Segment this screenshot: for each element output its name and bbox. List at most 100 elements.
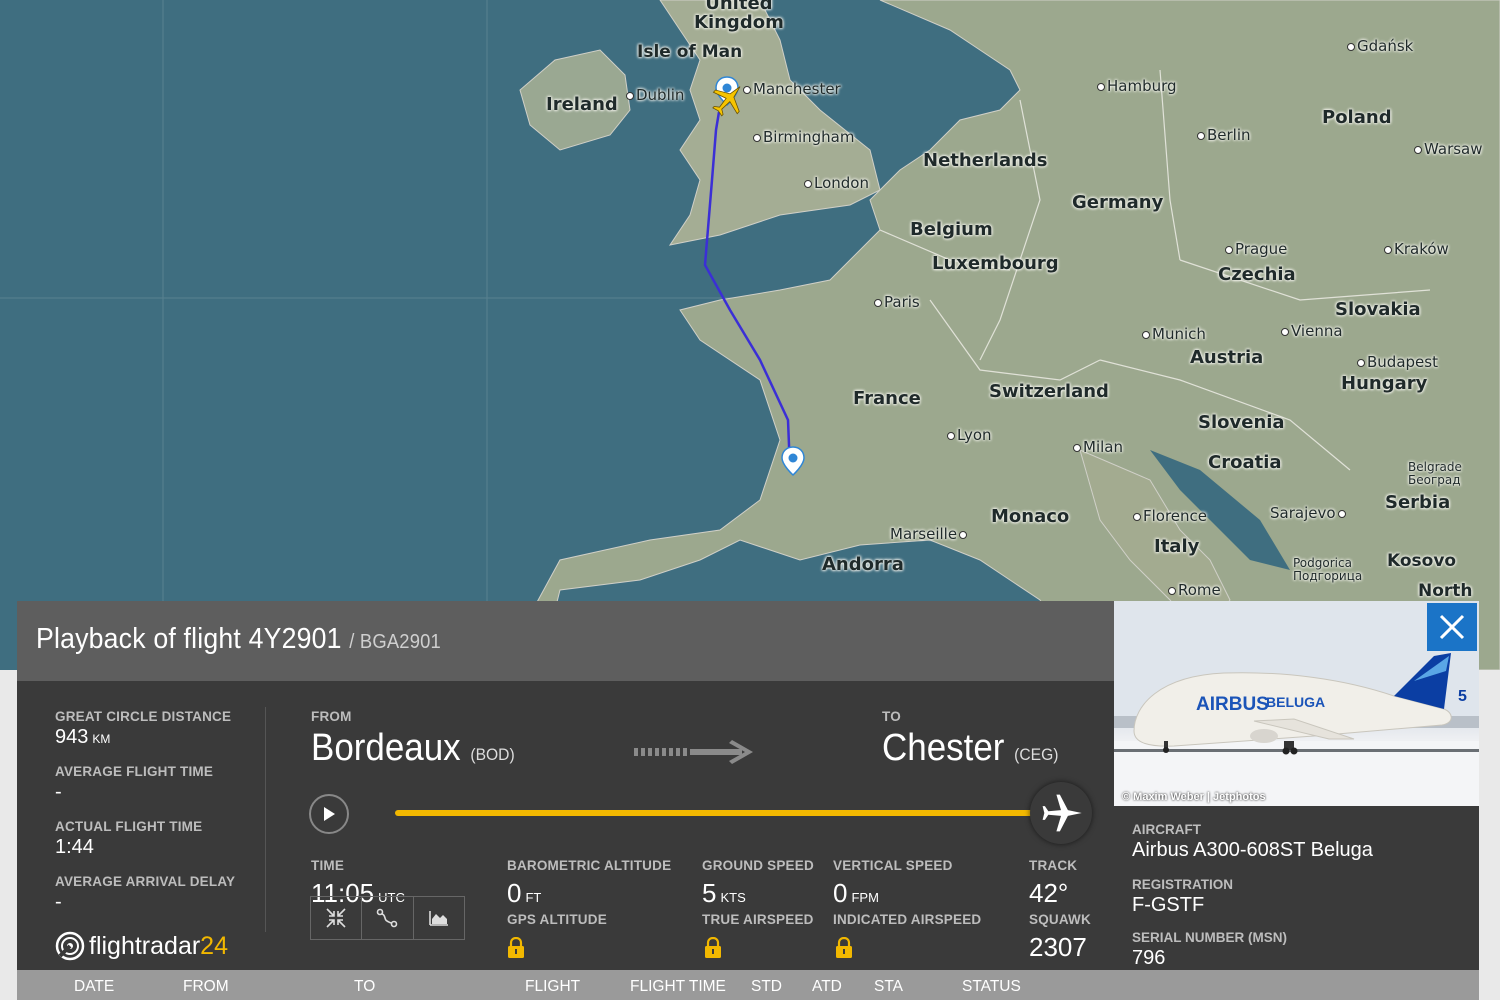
map-city-florence: Florence (1133, 507, 1207, 525)
map-label-ireland: Ireland (546, 94, 618, 115)
from-city-name: Bordeaux (311, 727, 461, 769)
track-label: TRACK (1029, 858, 1078, 873)
map-label-hungary: Hungary (1341, 373, 1428, 394)
great-circle-label: GREAT CIRCLE DISTANCE (55, 709, 232, 724)
close-button[interactable] (1427, 603, 1477, 651)
actual-flight-time-value: 1:44 (55, 836, 94, 858)
map-city-podgorica: Podgorica Подгорица (1293, 556, 1363, 583)
photo-brand-airbus: AIRBUS (1196, 694, 1269, 715)
map-city-gdansk: Gdańsk (1347, 37, 1413, 55)
th-flight[interactable]: FLIGHT (525, 978, 580, 996)
map-city-belgrade: Belgrade Београд (1408, 460, 1462, 487)
gps-alt-label: GPS ALTITUDE (507, 912, 607, 927)
squawk-label: SQUAWK (1029, 912, 1091, 927)
aircraft-icon (1042, 794, 1082, 832)
squawk-value: 2307 (1029, 932, 1087, 962)
map-label-uk: United Kingdom (694, 0, 784, 33)
panel-header: Playback of flight 4Y2901 / BGA2901 (17, 601, 1114, 681)
route-tool-button[interactable] (362, 897, 414, 939)
vertical-speed-value: 0 FPM (833, 878, 879, 909)
th-date[interactable]: DATE (74, 978, 114, 996)
map-city-dublin: Dublin (626, 86, 684, 104)
flightradar24-logo[interactable]: flightradar 24 (55, 931, 228, 961)
map-land-layer (0, 0, 1500, 670)
aircraft-photo[interactable]: AIRBUS BELUGA 5 © Maxim Weber | Jetphoto… (1114, 601, 1479, 806)
vertical-speed-unit: FPM (851, 890, 879, 905)
to-city-name: Chester (882, 727, 1005, 769)
panel-body: GREAT CIRCLE DISTANCE 943 KM AVERAGE FLIG… (17, 681, 1114, 970)
registration-value[interactable]: F-GSTF (1132, 894, 1204, 917)
ground-speed-unit: KTS (720, 890, 746, 905)
great-circle-unit: KM (92, 732, 111, 746)
ground-speed-value: 5 KTS (702, 878, 746, 909)
th-sta[interactable]: STA (874, 978, 903, 996)
collapse-tool-button[interactable] (311, 897, 363, 939)
track-value: 42° (1029, 878, 1069, 908)
panel-title: Playback of flight 4Y2901 (36, 623, 342, 655)
panel-title-wrap: Playback of flight 4Y2901 / BGA2901 (36, 623, 441, 656)
true-airspeed-lock-icon[interactable] (704, 937, 722, 959)
th-from[interactable]: FROM (183, 978, 229, 996)
from-city-code: (BOD) (470, 745, 515, 764)
playback-progress-bar[interactable] (395, 810, 1040, 816)
th-atd[interactable]: ATD (812, 978, 842, 996)
map-label-slovakia: Slovakia (1335, 299, 1421, 320)
ground-speed-label: GROUND SPEED (702, 858, 814, 873)
map-city-birmingham: Birmingham (753, 128, 854, 146)
to-city[interactable]: Chester (CEG) (882, 727, 1058, 770)
photo-credit[interactable]: © Maxim Weber | Jetphotos (1122, 791, 1266, 803)
map-label-andorra: Andorra (822, 554, 904, 575)
origin-pin-icon[interactable] (781, 446, 805, 476)
time-label: TIME (311, 858, 345, 873)
great-circle-value: 943 KM (55, 726, 110, 749)
radar-icon (55, 931, 85, 961)
logo-text: flightradar (89, 931, 201, 960)
map-city-vienna: Vienna (1281, 322, 1343, 340)
play-button[interactable] (309, 794, 349, 834)
map-label-croatia: Croatia (1208, 452, 1282, 473)
th-flight-time[interactable]: FLIGHT TIME (630, 978, 726, 996)
indicated-airspeed-label: INDICATED AIRSPEED (833, 912, 982, 927)
play-icon (324, 807, 335, 821)
ground-speed-number: 5 (702, 878, 717, 908)
chart-tool-button[interactable] (414, 897, 464, 939)
actual-flight-time-label: ACTUAL FLIGHT TIME (55, 819, 203, 834)
from-city[interactable]: Bordeaux (BOD) (311, 727, 515, 770)
indicated-airspeed-lock-icon[interactable] (835, 937, 853, 959)
aircraft-map-icon[interactable] (708, 80, 748, 120)
map-city-warsaw: Warsaw (1414, 140, 1483, 158)
gps-alt-lock-icon[interactable] (507, 937, 525, 959)
baro-alt-unit: FT (525, 890, 542, 905)
avg-arrival-delay-label: AVERAGE ARRIVAL DELAY (55, 874, 236, 889)
aircraft-photo-image: AIRBUS BELUGA 5 (1114, 601, 1479, 806)
map-city-london: London (804, 174, 869, 192)
map-label-serbia: Serbia (1385, 492, 1451, 513)
photo-brand-beluga: BELUGA (1266, 694, 1325, 710)
map-label-netherlands: Netherlands (923, 150, 1048, 171)
map-city-milan: Milan (1073, 438, 1123, 456)
altitude-chart-icon (429, 911, 448, 926)
baro-alt-label: BAROMETRIC ALTITUDE (507, 858, 672, 873)
map-city-hamburg: Hamburg (1097, 77, 1177, 95)
th-to[interactable]: TO (354, 978, 375, 996)
map-city-rome: Rome (1168, 581, 1221, 599)
true-airspeed-label: TRUE AIRSPEED (702, 912, 814, 927)
avg-flight-time-label: AVERAGE FLIGHT TIME (55, 764, 214, 779)
from-label: FROM (311, 709, 352, 724)
aircraft-value[interactable]: Airbus A300-608ST Beluga (1132, 839, 1373, 862)
flight-map[interactable]: United Kingdom Isle of Man Ireland Nethe… (0, 0, 1500, 670)
map-city-lyon: Lyon (947, 426, 992, 444)
map-label-austria: Austria (1190, 347, 1264, 368)
playback-aircraft-handle[interactable] (1030, 782, 1092, 844)
map-tools (310, 896, 465, 940)
map-label-north: North (1418, 581, 1473, 601)
map-city-budapest: Budapest (1357, 353, 1438, 371)
vertical-speed-label: VERTICAL SPEED (833, 858, 953, 873)
map-city-krakow: Kraków (1384, 240, 1449, 258)
map-label-france: France (853, 388, 921, 409)
close-icon (1439, 614, 1465, 640)
flight-playback-panel: Playback of flight 4Y2901 / BGA2901 GREA… (17, 601, 1479, 1000)
th-status[interactable]: STATUS (962, 978, 1021, 996)
th-std[interactable]: STD (751, 978, 782, 996)
to-city-code: (CEG) (1014, 745, 1059, 764)
